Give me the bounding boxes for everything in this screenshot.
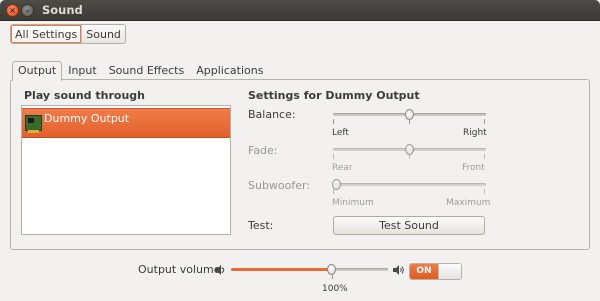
breadcrumb-sound[interactable]: Sound <box>82 25 125 43</box>
subwoofer-tick-left <box>333 189 334 194</box>
volume-percent: 100% <box>322 284 348 294</box>
minimize-icon: – <box>25 5 30 15</box>
play-sound-through-heading: Play sound through <box>24 89 145 102</box>
tab-bar: Output Input Sound Effects Applications <box>12 61 269 81</box>
volume-low-icon <box>215 265 225 275</box>
fade-tick-center <box>409 154 410 159</box>
volume-tick-100 <box>332 274 333 279</box>
balance-tick-center <box>409 119 410 124</box>
balance-tick-left <box>333 119 334 124</box>
tab-sound-effects[interactable]: Sound Effects <box>103 61 191 80</box>
fade-front-label: Front <box>462 163 485 173</box>
switch-on-label: ON <box>410 264 438 279</box>
balance-right-label: Right <box>463 128 487 138</box>
device-label: Dummy Output <box>44 112 130 125</box>
breadcrumb: All Settings Sound <box>10 24 126 44</box>
subwoofer-minimum-label: Minimum <box>332 198 374 208</box>
minimize-button[interactable]: – <box>21 4 34 17</box>
fade-tick-right <box>484 154 485 159</box>
list-item[interactable]: Dummy Output <box>22 108 230 138</box>
tab-applications[interactable]: Applications <box>190 61 269 80</box>
volume-high-icon <box>393 265 404 275</box>
balance-label: Balance: <box>248 108 296 121</box>
subwoofer-maximum-label: Maximum <box>446 198 491 208</box>
tab-input[interactable]: Input <box>62 61 102 80</box>
window-title: Sound <box>42 3 83 17</box>
close-icon: × <box>9 5 16 15</box>
tab-output[interactable]: Output <box>12 61 63 81</box>
breadcrumb-all-settings[interactable]: All Settings <box>11 25 83 43</box>
output-device-list[interactable]: Dummy Output <box>21 105 231 235</box>
switch-knob[interactable] <box>438 264 461 279</box>
output-volume-label: Output volume: <box>138 263 225 276</box>
fade-label: Fade: <box>248 144 278 157</box>
sound-card-icon <box>25 115 42 133</box>
close-button[interactable]: × <box>6 4 19 17</box>
title-bar: × – Sound <box>0 0 600 21</box>
subwoofer-tick-right <box>484 189 485 194</box>
settings-heading: Settings for Dummy Output <box>248 89 420 102</box>
subwoofer-slider-track[interactable] <box>333 183 486 186</box>
balance-left-label: Left <box>332 128 349 138</box>
balance-tick-right <box>484 119 485 124</box>
output-mute-switch[interactable]: ON <box>409 263 462 280</box>
volume-slider-fill <box>231 268 332 271</box>
fade-tick-left <box>333 154 334 159</box>
test-label: Test: <box>248 219 274 232</box>
test-sound-button[interactable]: Test Sound <box>333 216 485 235</box>
volume-slider-track[interactable] <box>332 268 388 271</box>
subwoofer-label: Subwoofer: <box>248 179 311 192</box>
fade-rear-label: Rear <box>332 163 353 173</box>
